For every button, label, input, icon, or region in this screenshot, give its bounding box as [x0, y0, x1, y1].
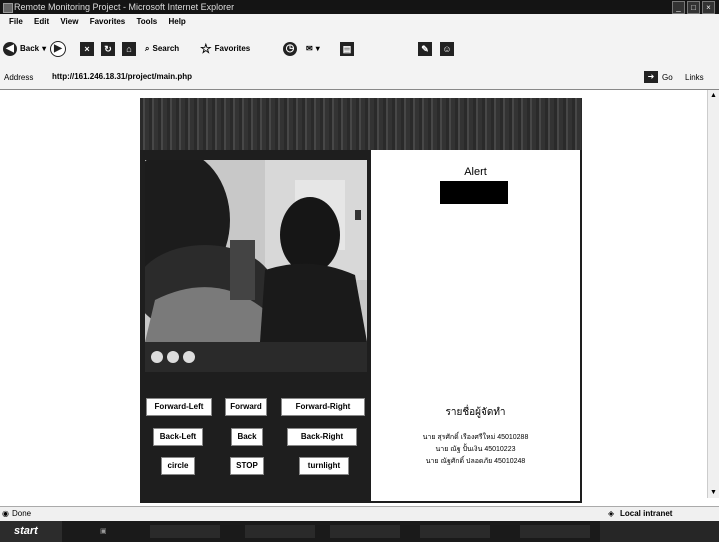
back-left-button[interactable]: Back-Left	[153, 428, 203, 446]
mail-icon: ✉	[306, 44, 313, 53]
taskbar-item-4[interactable]	[420, 525, 490, 538]
status-bar: ◉ Done ◈ Local intranet	[0, 506, 719, 521]
forward-arrow-icon: ▶	[50, 41, 66, 57]
alert-title: Alert	[464, 166, 487, 178]
dropdown-arrow-icon: ▾	[315, 44, 320, 53]
camera-frame-image	[145, 160, 367, 342]
quick-launch-icon[interactable]: ▣	[100, 525, 107, 538]
vertical-scrollbar[interactable]: ▲ ▼	[707, 90, 719, 498]
search-icon: ⌕	[145, 44, 150, 53]
menu-tools[interactable]: Tools	[137, 17, 158, 26]
edit-icon: ✎	[418, 42, 432, 56]
print-icon: ▤	[340, 42, 354, 56]
video-controls	[145, 342, 367, 372]
maximize-button[interactable]: □	[687, 1, 700, 14]
back-arrow-icon: ◀	[3, 42, 17, 56]
forward-left-button[interactable]: Forward-Left	[146, 398, 212, 416]
back-right-button[interactable]: Back-Right	[287, 428, 357, 446]
address-bar: Address http://161.246.18.31/project/mai…	[0, 67, 719, 90]
pause-icon[interactable]	[167, 351, 179, 363]
member-1: นาย สุรศักดิ์ เรืองศรีใหม่ 45010288	[422, 434, 529, 441]
star-icon: ☆	[200, 41, 212, 56]
history-icon: ◷	[283, 42, 297, 56]
start-label: start	[14, 525, 38, 537]
history-button[interactable]: ◷	[283, 41, 297, 57]
address-label: Address	[4, 73, 34, 82]
refresh-icon: ↻	[101, 42, 115, 56]
taskbar-item-5[interactable]	[520, 525, 590, 538]
taskbar-item-2[interactable]	[245, 525, 315, 538]
taskbar-item-3[interactable]	[330, 525, 400, 538]
favorites-button[interactable]: ☆ Favorites	[200, 41, 250, 57]
refresh-button[interactable]: ↻	[101, 41, 115, 57]
messenger-icon: ☺	[440, 42, 454, 56]
member-2: นาย ณัฐ ปั้นเงิน 45010223	[435, 446, 516, 453]
messenger-button[interactable]: ☺	[440, 41, 454, 57]
stop-robot-button[interactable]: STOP	[230, 457, 264, 475]
back-button[interactable]: ◀ Back ▾	[3, 41, 46, 57]
go-button[interactable]: Go	[662, 73, 673, 82]
alert-indicator	[440, 181, 508, 204]
status-text: Done	[12, 509, 32, 518]
menu-favorites[interactable]: Favorites	[90, 17, 126, 26]
taskbar-item-1[interactable]	[150, 525, 220, 538]
links-button[interactable]: Links	[685, 73, 704, 82]
menu-view[interactable]: View	[60, 17, 78, 26]
scroll-up-icon[interactable]: ▲	[710, 92, 717, 99]
favorites-label: Favorites	[214, 44, 251, 53]
play-icon[interactable]	[151, 351, 163, 363]
search-button[interactable]: ⌕ Search	[145, 41, 179, 57]
menu-file[interactable]: File	[9, 17, 23, 26]
start-button[interactable]: start	[0, 521, 62, 542]
go-arrow-icon[interactable]: ➜	[644, 71, 658, 83]
window-title-bar: Remote Monitoring Project - Microsoft In…	[0, 0, 719, 14]
dropdown-arrow-icon: ▾	[42, 44, 47, 53]
stop-button[interactable]: ×	[80, 41, 94, 57]
back-button-robot[interactable]: Back	[231, 428, 263, 446]
close-button[interactable]: ×	[702, 1, 715, 14]
page-done-icon: ◉	[2, 509, 9, 518]
member-3: นาย ณัฐศักดิ์ ปลอดภัย 45010248	[425, 458, 526, 465]
menu-edit[interactable]: Edit	[34, 17, 49, 26]
forward-button[interactable]: ▶	[50, 41, 66, 57]
mail-button[interactable]: ✉ ▾	[306, 41, 320, 57]
header-banner	[140, 98, 582, 150]
ie-app-icon	[3, 3, 13, 13]
taskbar: start ▣	[0, 521, 719, 542]
camera-video-feed	[145, 160, 367, 342]
menu-help[interactable]: Help	[168, 17, 185, 26]
security-zone: Local intranet	[620, 509, 673, 518]
home-icon: ⌂	[122, 42, 136, 56]
stop-icon: ×	[80, 42, 94, 56]
back-label: Back	[20, 44, 40, 53]
turnlight-button[interactable]: turnlight	[299, 457, 349, 475]
scroll-down-icon[interactable]: ▼	[710, 489, 717, 496]
address-input[interactable]: http://161.246.18.31/project/main.php	[52, 72, 192, 81]
stop-video-icon[interactable]	[183, 351, 195, 363]
forward-right-button[interactable]: Forward-Right	[281, 398, 365, 416]
minimize-button[interactable]: _	[672, 1, 685, 14]
circle-button[interactable]: circle	[161, 457, 195, 475]
forward-button[interactable]: Forward	[225, 398, 267, 416]
intranet-icon: ◈	[608, 509, 615, 518]
system-tray	[600, 521, 719, 542]
team-title: รายชื่อผู้จัดทำ	[445, 407, 506, 418]
edit-button[interactable]: ✎	[418, 41, 432, 57]
home-button[interactable]: ⌂	[122, 41, 136, 57]
print-button[interactable]: ▤	[340, 41, 354, 57]
toolbar: ◀ Back ▾ ▶ × ↻ ⌂ ⌕ Search ☆ Favorites ◷ …	[0, 29, 719, 67]
search-label: Search	[152, 44, 180, 53]
window-title: Remote Monitoring Project - Microsoft In…	[14, 2, 235, 12]
menu-bar: File Edit View Favorites Tools Help	[0, 14, 719, 29]
